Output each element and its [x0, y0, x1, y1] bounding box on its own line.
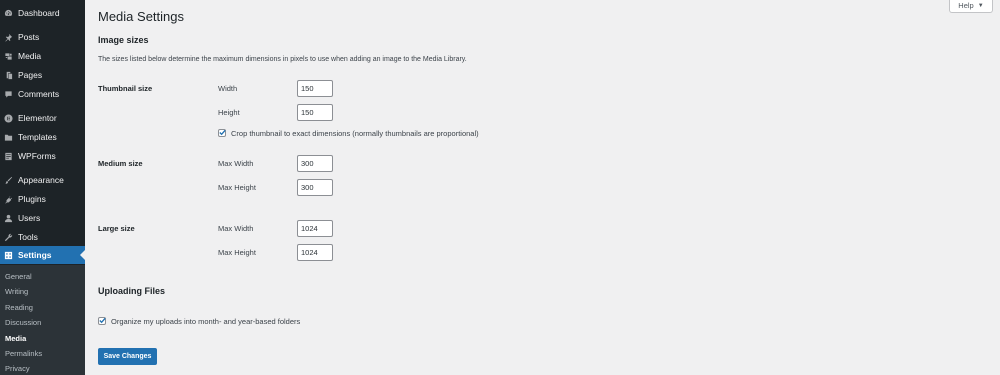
brush-icon	[4, 176, 13, 185]
menu-label: Media	[18, 51, 42, 61]
caret-down-icon: ▼	[977, 2, 984, 9]
menu-label: Users	[18, 213, 41, 223]
menu-item-templates[interactable]: Templates	[0, 128, 85, 146]
page-title: Media Settings	[98, 9, 184, 24]
medium-width-label: Max Width	[218, 159, 254, 168]
menu-item-plugins[interactable]: Plugins	[0, 190, 85, 208]
organize-uploads-label[interactable]: Organize my uploads into month- and year…	[111, 317, 300, 326]
user-icon	[4, 214, 13, 223]
large-height-label: Max Height	[218, 248, 256, 257]
menu-item-tools[interactable]: Tools	[0, 228, 85, 246]
menu-item-media[interactable]: Media	[0, 47, 85, 65]
menu-label: WPForms	[18, 151, 56, 161]
submenu-media[interactable]: Media	[5, 334, 26, 343]
menu-item-pages[interactable]: Pages	[0, 66, 85, 84]
crop-thumbnail-checkbox[interactable]	[218, 129, 226, 137]
menu-item-settings[interactable]: Settings	[0, 246, 85, 264]
medium-height-label: Max Height	[218, 183, 256, 192]
save-changes-button[interactable]: Save Changes	[98, 348, 157, 365]
thumbnail-width-input[interactable]: 150	[297, 80, 333, 97]
menu-label: Elementor	[18, 113, 57, 123]
thumbnail-width-label: Width	[218, 84, 238, 93]
menu-label: Plugins	[18, 194, 46, 204]
menu-item-appearance[interactable]: Appearance	[0, 171, 85, 189]
menu-item-comments[interactable]: Comments	[0, 85, 85, 103]
dashboard-icon	[4, 9, 13, 18]
large-width-label: Max Width	[218, 224, 254, 233]
wrench-icon	[4, 233, 13, 242]
organize-uploads-checkbox[interactable]	[98, 317, 106, 325]
media-icon	[4, 52, 13, 61]
menu-label: Pages	[18, 70, 43, 80]
menu-label: Appearance	[18, 175, 64, 185]
submenu-privacy[interactable]: Privacy	[5, 364, 30, 373]
large-size-label: Large size	[98, 224, 135, 233]
submenu-general[interactable]: General	[5, 272, 32, 281]
thumbnail-height-label: Height	[218, 108, 240, 117]
menu-item-wpforms[interactable]: WPForms	[0, 147, 85, 165]
menu-item-dashboard[interactable]: Dashboard	[0, 4, 85, 22]
settings-submenu: General Writing Reading Discussion Media…	[0, 265, 85, 375]
menu-item-users[interactable]: Users	[0, 209, 85, 227]
pages-icon	[4, 71, 13, 80]
menu-label: Templates	[18, 132, 57, 142]
submenu-permalinks[interactable]: Permalinks	[5, 349, 42, 358]
image-sizes-description: The sizes listed below determine the max…	[98, 56, 467, 63]
large-height-input[interactable]: 1024	[297, 244, 333, 261]
help-button[interactable]: Help ▼	[949, 0, 993, 13]
checkmark-icon	[219, 129, 226, 136]
checkmark-icon	[99, 317, 106, 324]
menu-item-posts[interactable]: Posts	[0, 28, 85, 46]
submenu-writing[interactable]: Writing	[5, 287, 28, 296]
menu-label: Tools	[18, 232, 38, 242]
pin-icon	[4, 33, 13, 42]
plug-icon	[4, 195, 13, 204]
medium-height-input[interactable]: 300	[297, 179, 333, 196]
large-width-input[interactable]: 1024	[297, 220, 333, 237]
folder-icon	[4, 133, 13, 142]
image-sizes-heading: Image sizes	[98, 35, 149, 45]
comment-icon	[4, 90, 13, 99]
menu-label: Dashboard	[18, 8, 60, 18]
submenu-discussion[interactable]: Discussion	[5, 318, 41, 327]
medium-size-label: Medium size	[98, 159, 143, 168]
admin-sidebar: Dashboard Posts Media Pages Comments Ele…	[0, 0, 85, 375]
uploading-files-heading: Uploading Files	[98, 286, 166, 296]
menu-item-elementor[interactable]: Elementor	[0, 109, 85, 127]
menu-label: Settings	[18, 250, 52, 260]
elementor-icon	[4, 113, 13, 123]
settings-icon	[4, 251, 13, 260]
medium-width-input[interactable]: 300	[297, 155, 333, 172]
menu-label: Posts	[18, 32, 40, 42]
thumbnail-size-label: Thumbnail size	[98, 84, 153, 93]
menu-label: Comments	[18, 89, 60, 99]
crop-thumbnail-label[interactable]: Crop thumbnail to exact dimensions (norm…	[231, 129, 479, 138]
thumbnail-height-input[interactable]: 150	[297, 104, 333, 121]
help-label: Help	[958, 1, 974, 10]
submenu-reading[interactable]: Reading	[5, 303, 33, 312]
form-icon	[4, 152, 13, 161]
